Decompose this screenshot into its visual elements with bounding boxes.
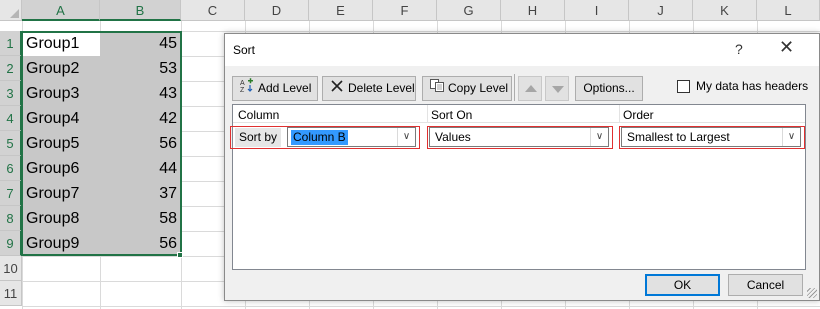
highlight-box-column (230, 126, 420, 149)
select-all-corner[interactable] (0, 0, 22, 21)
column-headers: A B C D E F G H I J K L (22, 0, 820, 21)
close-button[interactable]: ✕ (779, 37, 794, 58)
column-header-a[interactable]: A (22, 0, 100, 21)
toolbar-separator (514, 74, 515, 101)
column-header-c[interactable]: C (181, 0, 245, 21)
triangle-down-icon (552, 86, 564, 93)
column-header-e[interactable]: E (309, 0, 373, 21)
copy-level-button[interactable]: Copy Level (422, 76, 512, 101)
column-header-j[interactable]: J (629, 0, 693, 21)
copy-level-label: Copy Level (448, 81, 509, 95)
dialog-title: Sort (233, 43, 256, 57)
row-header-7[interactable]: 7 (0, 181, 22, 206)
add-level-button[interactable]: AZ Add Level (232, 76, 318, 101)
column-header-label: Column (238, 108, 280, 122)
add-level-label: Add Level (258, 81, 312, 95)
row-header-3[interactable]: 3 (0, 81, 22, 106)
svg-text:A: A (240, 80, 245, 87)
my-data-has-headers-label[interactable]: My data has headers (696, 79, 808, 93)
column-header-g[interactable]: G (437, 0, 501, 21)
column-header-l[interactable]: L (757, 0, 820, 21)
triangle-up-icon (525, 85, 537, 92)
row-header-4[interactable]: 4 (0, 106, 22, 131)
delete-level-button[interactable]: Delete Level (322, 76, 416, 101)
cancel-button[interactable]: Cancel (728, 274, 803, 296)
header-divider (619, 105, 620, 123)
row-header-5[interactable]: 5 (0, 131, 22, 156)
resize-grip-icon[interactable] (807, 288, 817, 298)
row-header-10[interactable]: 10 (0, 256, 22, 281)
selection-border (21, 31, 182, 256)
sort-dialog: Sort ? ✕ AZ Add Level Delete Level Copy … (224, 33, 820, 301)
header-divider (427, 105, 428, 123)
column-header-d[interactable]: D (245, 0, 309, 21)
row-header-2[interactable]: 2 (0, 56, 22, 81)
column-header-b[interactable]: B (100, 0, 181, 21)
row-header-6[interactable]: 6 (0, 156, 22, 181)
column-header-i[interactable]: I (565, 0, 629, 21)
order-header-label: Order (623, 108, 654, 122)
column-header-k[interactable]: K (693, 0, 757, 21)
delete-icon (329, 77, 345, 100)
options-button[interactable]: Options... (575, 76, 643, 101)
move-down-button[interactable] (545, 76, 569, 101)
sort-levels-panel: Column Sort On Order Sort by Column B ∨ … (230, 104, 806, 270)
fill-handle[interactable] (177, 252, 183, 258)
copy-icon (429, 77, 445, 100)
highlight-box-sort-on (427, 126, 613, 149)
delete-level-label: Delete Level (348, 81, 415, 95)
ok-button[interactable]: OK (645, 274, 720, 296)
move-up-button[interactable] (518, 76, 542, 101)
levels-header-row: Column Sort On Order (233, 105, 805, 123)
column-header-f[interactable]: F (373, 0, 437, 21)
column-header-h[interactable]: H (501, 0, 565, 21)
row-header-1[interactable]: 1 (0, 31, 22, 56)
sort-on-header-label: Sort On (431, 108, 473, 122)
highlight-box-order (619, 126, 805, 149)
my-data-has-headers-checkbox[interactable] (677, 80, 690, 93)
row-header-11[interactable]: 11 (0, 281, 22, 306)
add-level-icon: AZ (239, 77, 255, 100)
row-header-9[interactable]: 9 (0, 231, 22, 256)
dialog-titlebar[interactable]: Sort ? ✕ (225, 34, 819, 66)
row-header-8[interactable]: 8 (0, 206, 22, 231)
help-button[interactable]: ? (735, 41, 743, 57)
svg-text:Z: Z (240, 87, 245, 92)
